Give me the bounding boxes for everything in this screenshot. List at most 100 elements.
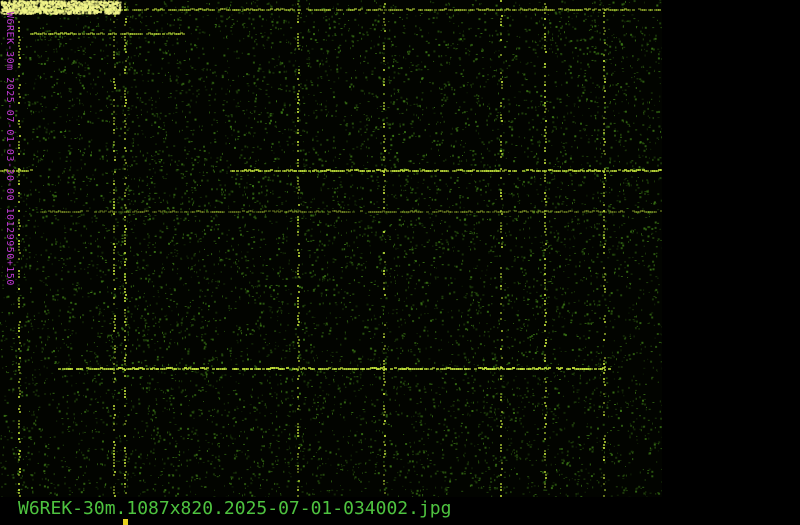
vertical-streak	[297, 456, 299, 458]
vertical-streak	[298, 480, 300, 482]
horizontal-trace	[328, 9, 331, 11]
vertical-streak	[297, 216, 299, 218]
vertical-streak	[124, 321, 126, 323]
horizontal-trace	[380, 9, 383, 11]
vertical-streak	[384, 138, 386, 140]
vertical-streak	[604, 489, 606, 491]
vertical-streak	[114, 159, 116, 161]
horizontal-trace	[356, 368, 359, 370]
vertical-streak	[604, 291, 606, 293]
vertical-streak	[603, 132, 605, 134]
vertical-streak	[544, 135, 546, 137]
vertical-streak	[113, 105, 115, 107]
bright-burst	[59, 10, 62, 13]
vertical-streak	[501, 81, 503, 83]
vertical-streak	[500, 396, 502, 398]
vertical-streak	[298, 291, 300, 293]
vertical-streak	[603, 204, 605, 206]
vertical-streak	[500, 177, 502, 179]
vertical-streak	[544, 192, 546, 194]
horizontal-trace	[58, 368, 61, 370]
horizontal-trace	[508, 170, 511, 172]
vertical-streak	[501, 339, 503, 341]
vertical-streak	[383, 465, 385, 467]
bright-burst	[30, 2, 33, 5]
vertical-streak	[500, 399, 502, 401]
vertical-streak	[125, 456, 127, 458]
vertical-streak	[544, 378, 546, 380]
vertical-streak	[603, 456, 605, 458]
vertical-streak	[18, 366, 20, 368]
vertical-streak	[19, 96, 21, 98]
vertical-streak	[113, 192, 115, 194]
vertical-streak	[124, 90, 126, 92]
vertical-streak	[297, 249, 299, 251]
vertical-streak	[603, 318, 605, 320]
vertical-streak	[114, 246, 116, 248]
vertical-streak	[501, 15, 503, 17]
vertical-streak	[113, 429, 115, 431]
bright-burst	[38, 6, 41, 9]
vertical-streak	[124, 396, 126, 398]
vertical-streak	[124, 39, 126, 41]
vertical-streak	[297, 471, 299, 473]
vertical-streak	[113, 144, 115, 146]
bright-burst	[116, 0, 119, 3]
vertical-streak	[124, 96, 126, 98]
bright-burst	[67, 0, 70, 3]
horizontal-trace	[614, 211, 617, 213]
bright-burst	[19, 3, 22, 6]
horizontal-trace	[522, 368, 525, 370]
vertical-streak	[544, 45, 546, 47]
vertical-streak	[125, 258, 127, 260]
vertical-streak	[384, 453, 386, 455]
horizontal-trace	[492, 9, 495, 11]
vertical-streak	[298, 69, 300, 71]
horizontal-trace	[44, 211, 47, 213]
vertical-streak	[545, 138, 547, 140]
vertical-streak	[383, 474, 385, 476]
bright-burst	[119, 10, 122, 12]
bright-burst	[100, 0, 103, 3]
horizontal-trace	[304, 368, 307, 370]
vertical-streak	[18, 195, 20, 197]
vertical-streak	[545, 108, 547, 110]
vertical-streak	[501, 468, 503, 470]
bright-burst	[103, 0, 106, 3]
vertical-streak	[604, 141, 606, 143]
vertical-streak	[500, 114, 502, 116]
horizontal-trace	[212, 9, 215, 11]
bright-burst	[24, 4, 27, 7]
vertical-streak	[113, 405, 115, 407]
vertical-streak	[18, 180, 20, 182]
vertical-streak	[114, 156, 116, 158]
vertical-streak	[383, 69, 385, 71]
horizontal-trace	[26, 170, 29, 172]
horizontal-trace	[30, 169, 33, 171]
vertical-streak	[19, 84, 21, 86]
vertical-streak	[603, 459, 605, 461]
vertical-streak	[544, 357, 546, 359]
vertical-streak	[297, 183, 299, 185]
vertical-streak	[124, 462, 126, 464]
vertical-streak	[500, 21, 502, 23]
vertical-streak	[113, 474, 115, 476]
vertical-streak	[383, 480, 385, 482]
vertical-streak	[383, 201, 385, 203]
vertical-streak	[545, 477, 547, 479]
horizontal-trace	[342, 170, 345, 172]
vertical-streak	[544, 225, 546, 227]
vertical-streak	[298, 321, 300, 323]
vertical-streak	[114, 345, 116, 347]
vertical-streak	[113, 45, 115, 47]
vertical-streak	[18, 408, 20, 410]
vertical-streak	[383, 252, 385, 254]
vertical-streak	[383, 360, 385, 362]
bright-burst	[33, 1, 36, 4]
vertical-streak	[501, 423, 503, 425]
vertical-streak	[383, 48, 385, 50]
vertical-streak	[604, 153, 606, 155]
vertical-streak	[500, 105, 502, 107]
vertical-streak	[545, 321, 547, 323]
vertical-streak	[500, 489, 502, 491]
